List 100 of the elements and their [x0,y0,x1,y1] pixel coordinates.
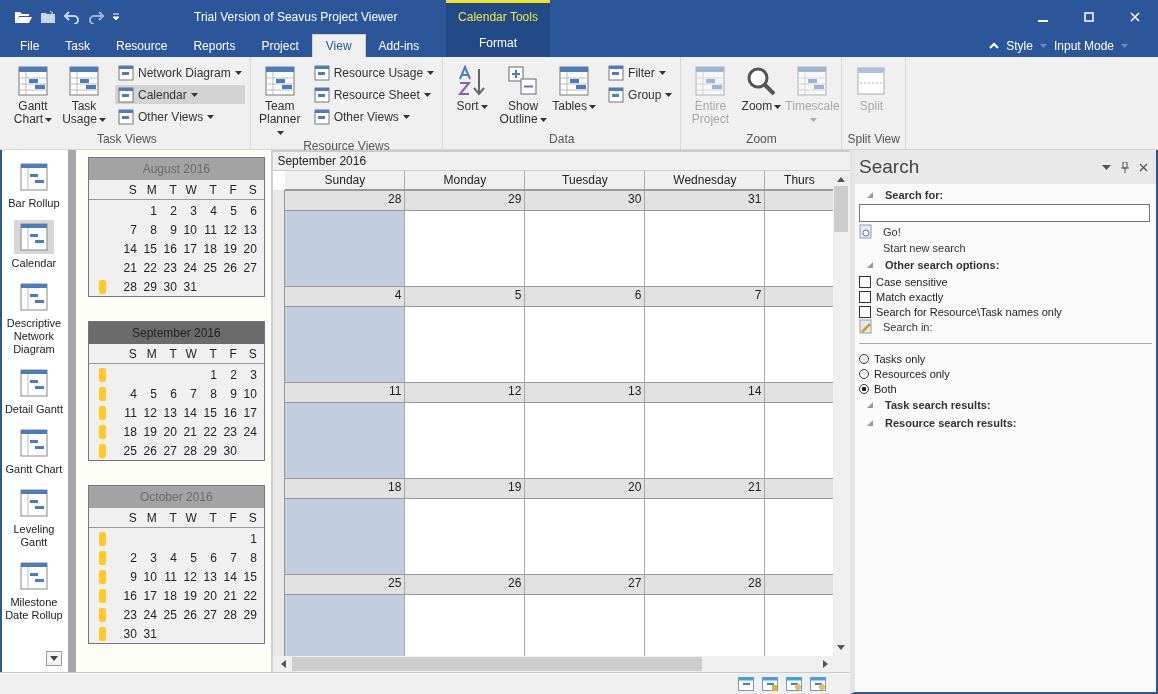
day-number[interactable]: 14 [183,405,197,420]
customize-caret-icon[interactable] [112,13,120,21]
day-number[interactable]: 5 [190,550,197,565]
ribbon-button[interactable]: Tables [550,61,599,132]
checkbox[interactable] [859,305,871,318]
open-folder-icon[interactable] [14,10,32,24]
pane-menu-icon[interactable] [1102,164,1111,170]
caret-icon[interactable] [1039,43,1047,48]
day-number[interactable]: 19 [183,588,197,603]
day-number[interactable]: 17 [243,405,257,420]
day-number[interactable]: 1 [150,203,157,218]
view-shortcut-icon[interactable] [738,677,754,691]
view-bar-item[interactable]: Descriptive Network Diagram [2,276,65,362]
ribbon-tab[interactable]: Project [248,34,312,57]
day-number[interactable]: 28 [123,279,137,294]
day-number[interactable]: 22 [243,588,257,603]
day-number[interactable]: 11 [124,405,137,420]
day-number[interactable]: 23 [123,607,137,622]
day-number[interactable]: 18 [203,241,217,256]
ribbon-option-button[interactable]: Style [1006,38,1033,53]
day-number[interactable]: 3 [150,550,157,565]
day-number[interactable]: 4 [130,386,137,401]
ribbon-button[interactable]: Resource Usage [310,63,438,82]
collapse-ribbon-icon[interactable] [989,42,1000,49]
caret-icon[interactable] [1121,43,1128,48]
ribbon-tab[interactable]: Format [466,31,530,54]
day-number[interactable]: 27 [243,260,257,275]
day-cell[interactable] [285,595,406,656]
ribbon-button[interactable]: Calendar [115,85,245,104]
undo-icon[interactable] [64,10,80,24]
day-number[interactable]: 8 [250,550,257,565]
ribbon-button[interactable]: Team Planner [255,61,304,139]
day-number[interactable]: 26 [143,443,157,458]
day-number[interactable]: 16 [123,588,137,603]
scrollbar-thumb[interactable] [292,657,703,671]
day-number[interactable]: 8 [210,386,217,401]
search-field[interactable] [859,204,1150,222]
view-shortcut-icon[interactable] [762,677,778,691]
day-number[interactable]: 12 [183,569,197,584]
day-number[interactable]: 24 [243,424,257,439]
day-number[interactable]: 30 [223,443,237,458]
day-number[interactable]: 20 [203,588,217,603]
view-shortcut-icon[interactable] [786,677,802,691]
day-number[interactable]: 30 [163,279,177,294]
day-number[interactable]: 21 [183,424,197,439]
day-cell[interactable] [285,211,406,286]
day-number[interactable]: 6 [210,550,217,565]
expander-icon[interactable] [867,192,873,198]
day-number[interactable]: 14 [123,241,137,256]
day-number[interactable]: 1 [250,531,257,546]
day-number[interactable]: 28 [183,443,197,458]
day-number[interactable]: 18 [123,424,137,439]
day-number[interactable]: 20 [163,424,177,439]
view-bar-item[interactable]: Leveling Gantt [2,482,65,555]
day-number[interactable]: 28 [223,607,237,622]
ribbon-button[interactable]: Other Views [310,107,438,126]
day-number[interactable]: 14 [223,569,237,584]
ribbon-tab[interactable]: View [311,34,366,57]
day-number[interactable]: 5 [230,203,237,218]
day-number[interactable]: 10 [143,569,157,584]
ribbon-button[interactable]: Group [605,85,676,104]
expander-icon[interactable] [867,420,873,426]
day-number[interactable]: 2 [230,367,237,382]
ribbon-tab[interactable]: Resource [103,34,181,57]
expander-icon[interactable] [867,402,873,408]
radio-button[interactable] [859,353,869,364]
day-number[interactable]: 21 [123,260,137,275]
day-number[interactable]: 15 [143,241,157,256]
day-number[interactable]: 29 [143,279,157,294]
day-number[interactable]: 13 [163,405,177,420]
start-new-search-link[interactable]: Start new search [883,242,966,254]
radio-button[interactable] [859,383,869,394]
pin-icon[interactable] [1121,161,1129,173]
day-number[interactable]: 7 [130,222,137,237]
ribbon-button[interactable]: Sort [448,61,497,132]
ribbon-button[interactable]: Task Usage [60,61,108,132]
day-number[interactable]: 6 [250,203,257,218]
day-number[interactable]: 2 [130,550,137,565]
close-icon[interactable] [1139,162,1148,172]
day-number[interactable]: 29 [203,443,217,458]
day-number[interactable]: 10 [183,222,197,237]
day-number[interactable]: 24 [183,260,197,275]
checkbox[interactable] [859,275,871,288]
day-number[interactable]: 7 [230,550,237,565]
day-number[interactable]: 17 [183,241,197,256]
scroll-up-icon[interactable] [837,177,846,182]
day-number[interactable]: 22 [203,424,217,439]
day-number[interactable]: 23 [223,424,237,439]
day-number[interactable]: 25 [203,260,217,275]
view-bar-item[interactable]: Calendar [2,216,65,276]
day-number[interactable]: 27 [203,607,217,622]
day-number[interactable]: 24 [143,607,157,622]
day-number[interactable]: 23 [163,260,177,275]
day-number[interactable]: 12 [143,405,157,420]
ribbon-tab[interactable]: Reports [180,34,249,57]
day-number[interactable]: 13 [203,569,217,584]
scroll-down-button[interactable] [45,651,62,666]
day-number[interactable]: 20 [243,241,257,256]
day-number[interactable]: 22 [143,260,157,275]
day-number[interactable]: 11 [164,569,177,584]
